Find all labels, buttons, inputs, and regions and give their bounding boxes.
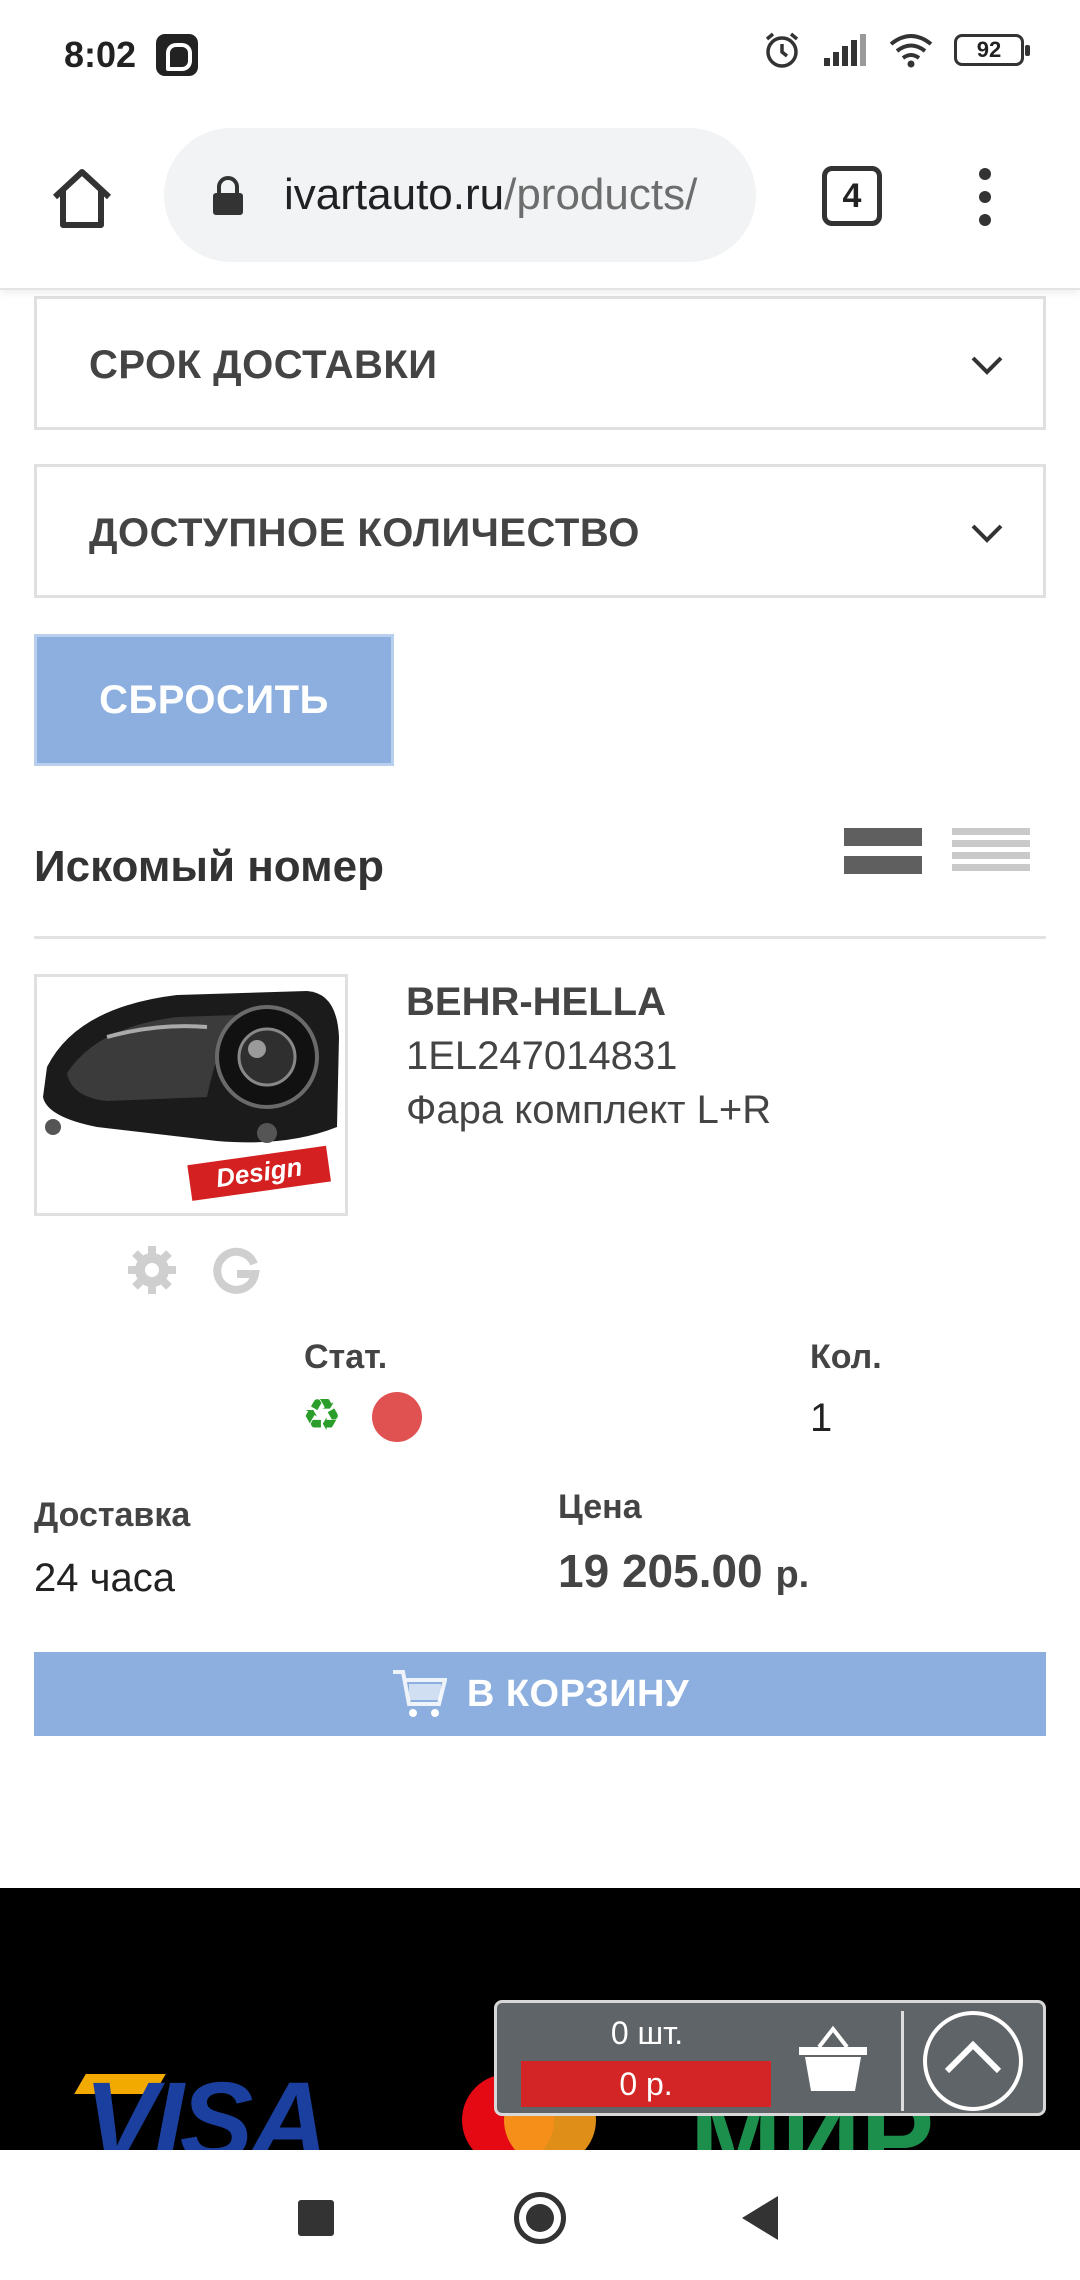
visa-logo: VISA	[84, 2060, 329, 2150]
cart-icon	[392, 1670, 447, 1717]
menu-dot	[979, 168, 991, 180]
back-button[interactable]	[742, 2196, 778, 2240]
quantity-label: Кол.	[810, 1338, 882, 1376]
home-icon	[52, 169, 112, 228]
mini-cart-sum: 0 р.	[521, 2061, 771, 2107]
status-icons: 92	[762, 30, 1030, 70]
chevron-up-icon	[944, 2040, 1002, 2074]
alarm-icon	[765, 32, 799, 68]
browser-menu-button[interactable]	[960, 162, 1010, 232]
section-divider	[34, 936, 1046, 939]
headlight-image: Design	[43, 991, 339, 1201]
price-label: Цена	[558, 1488, 642, 1526]
chevron-down-icon	[971, 356, 1003, 375]
home-nav-button[interactable]	[514, 2192, 566, 2244]
price-currency: р.	[775, 1554, 810, 1596]
status-bar: 8:02 92	[0, 0, 1080, 110]
url-domain: ivartauto.ru	[284, 170, 505, 219]
system-navigation-bar	[0, 2150, 1080, 2280]
filter-label: СРОК ДОСТАВКИ	[89, 343, 438, 387]
tabs-button[interactable]: 4	[822, 166, 882, 226]
lock-icon	[213, 176, 243, 215]
notification-app-icon	[156, 34, 198, 76]
add-to-cart-button[interactable]: В КОРЗИНУ	[34, 1652, 1046, 1736]
product-description: Фара комплект L+R	[406, 1088, 772, 1132]
status-label: Стат.	[304, 1338, 388, 1376]
product-part-number: 1EL247014831	[406, 1034, 678, 1078]
scroll-to-top-button[interactable]	[923, 2011, 1023, 2111]
basket-icon[interactable]	[793, 2023, 873, 2095]
wifi-icon	[889, 34, 933, 68]
address-bar[interactable]: ivartauto.ru/products/	[164, 128, 756, 262]
signal-icon	[824, 34, 866, 66]
chevron-down-icon	[971, 524, 1003, 543]
recycle-icon: ♻	[302, 1391, 342, 1440]
filter-available-quantity[interactable]: ДОСТУПНОЕ КОЛИЧЕСТВО	[34, 464, 1046, 598]
availability-status-dot	[372, 1392, 422, 1442]
compact-view-icon[interactable]	[952, 826, 1030, 878]
product-brand[interactable]: BEHR-HELLA	[406, 980, 666, 1025]
product-image[interactable]: Design	[34, 974, 348, 1216]
menu-dot	[979, 214, 991, 226]
battery-icon: 92	[954, 34, 1030, 66]
recent-apps-button[interactable]	[298, 2200, 334, 2236]
home-button[interactable]	[42, 158, 122, 238]
url-path: /products/	[504, 170, 698, 219]
filter-label: ДОСТУПНОЕ КОЛИЧЕСТВО	[89, 511, 640, 555]
quantity-value: 1	[810, 1396, 833, 1440]
mini-cart-divider	[901, 2011, 904, 2111]
mini-cart-count: 0 шт.	[610, 2015, 684, 2051]
google-search-icon[interactable]	[210, 1244, 262, 1296]
mini-cart-widget[interactable]: 0 шт. 0 р.	[494, 2000, 1046, 2116]
menu-dot	[979, 191, 991, 203]
add-to-cart-label: В КОРЗИНУ	[466, 1672, 690, 1715]
reset-button[interactable]: СБРОСИТЬ	[34, 634, 394, 766]
price-value: 19 205.00 р.	[558, 1544, 809, 1598]
section-title: Искомый номер	[34, 842, 385, 891]
status-time: 8:02	[64, 34, 137, 75]
gear-icon[interactable]	[126, 1244, 178, 1296]
filter-delivery-time[interactable]: СРОК ДОСТАВКИ	[34, 296, 1046, 430]
browser-toolbar: ivartauto.ru/products/ 4	[0, 110, 1080, 290]
delivery-value: 24 часа	[34, 1556, 175, 1600]
price-amount: 19 205.00	[558, 1545, 763, 1597]
delivery-label: Доставка	[34, 1496, 191, 1534]
url-text[interactable]: ivartauto.ru/products/	[284, 170, 732, 220]
list-view-icon[interactable]	[844, 826, 922, 878]
